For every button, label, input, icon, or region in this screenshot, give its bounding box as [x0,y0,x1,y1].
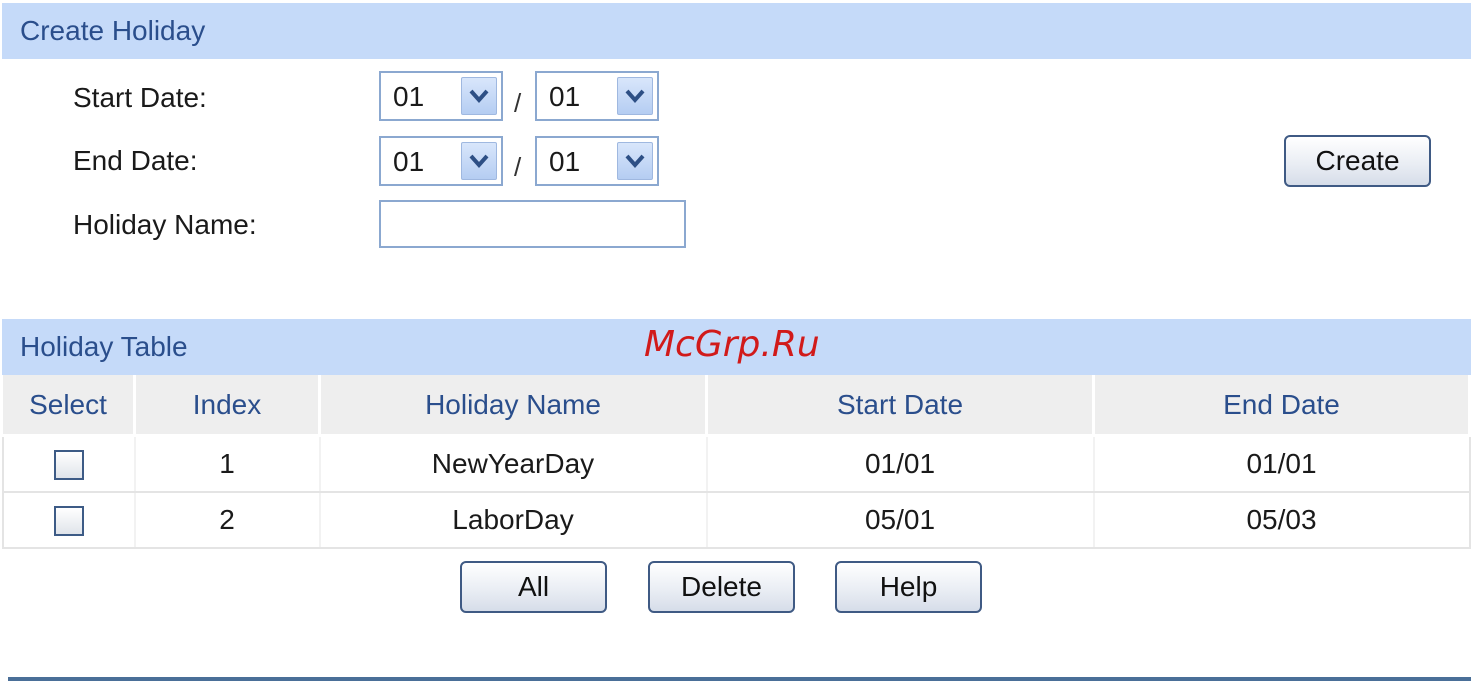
row-checkbox[interactable] [53,450,84,481]
select-all-button[interactable]: All [460,561,607,613]
create-holiday-title: Create Holiday [20,15,206,46]
help-button[interactable]: Help [835,561,982,613]
column-header-holiday-name: Holiday Name [319,375,708,437]
end-day-value: 01 [549,146,581,177]
end-month-value: 01 [393,146,425,177]
row-holiday-name: NewYearDay [319,435,708,493]
column-header-start-date: Start Date [706,375,1095,437]
end-day-select[interactable]: 01 [535,136,659,186]
holiday-table: Select Index Holiday Name Start Date End… [2,375,1471,549]
table-row: 1 NewYearDay 01/01 01/01 [2,435,1471,493]
holiday-name-label: Holiday Name: [73,209,257,240]
row-checkbox[interactable] [53,506,84,537]
start-date-label: Start Date: [73,82,207,113]
start-day-select[interactable]: 01 [535,71,659,121]
row-start-date: 05/01 [706,492,1095,549]
end-month-select[interactable]: 01 [379,136,503,186]
row-end-date: 01/01 [1093,435,1471,493]
watermark: McGrp.Ru [644,324,820,365]
row-start-date: 01/01 [706,435,1095,493]
create-holiday-header: Create Holiday [2,3,1471,59]
row-index: 1 [134,435,321,493]
chevron-down-icon[interactable] [617,142,653,180]
start-month-value: 01 [393,81,425,112]
start-month-select[interactable]: 01 [379,71,503,121]
delete-button[interactable]: Delete [648,561,795,613]
row-end-date: 05/03 [1093,492,1471,549]
table-row: 2 LaborDay 05/01 05/03 [2,492,1471,549]
holiday-name-input[interactable] [379,200,686,248]
create-button[interactable]: Create [1284,135,1431,187]
row-index: 2 [134,492,321,549]
end-date-label: End Date: [73,145,198,176]
row-holiday-name: LaborDay [319,492,708,549]
chevron-down-icon[interactable] [461,142,497,180]
table-header-row: Select Index Holiday Name Start Date End… [3,375,1471,437]
date-separator: / [514,152,522,182]
date-separator: / [514,88,522,118]
row-select-cell [2,435,136,493]
start-day-value: 01 [549,81,581,112]
footer-divider [8,677,1471,681]
column-header-select: Select [3,375,136,437]
column-header-index: Index [134,375,321,437]
chevron-down-icon[interactable] [461,77,497,115]
chevron-down-icon[interactable] [617,77,653,115]
row-select-cell [2,492,136,549]
column-header-end-date: End Date [1093,375,1471,437]
holiday-table-title: Holiday Table [20,331,188,362]
